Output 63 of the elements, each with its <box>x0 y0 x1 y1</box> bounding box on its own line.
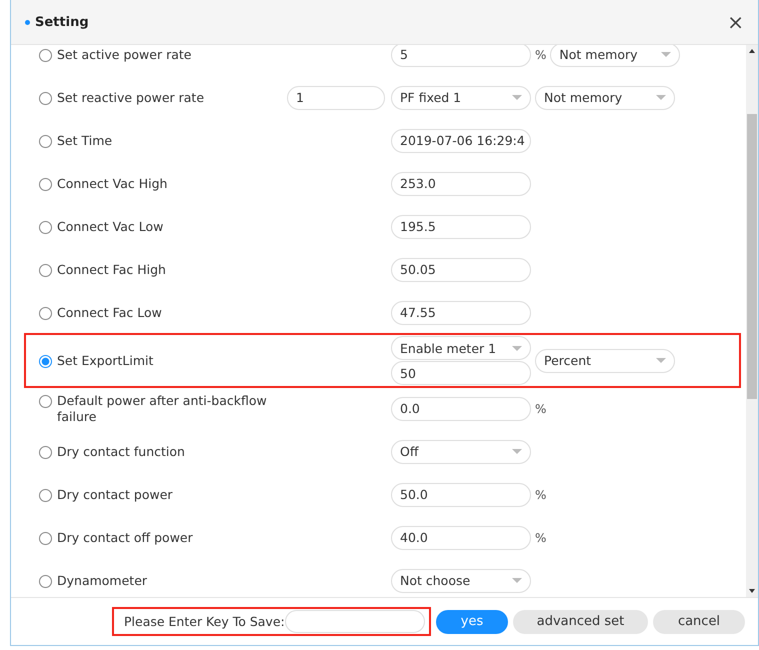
unit-label: % <box>535 530 546 544</box>
caret-icon <box>512 578 522 583</box>
dropdown[interactable]: Percent <box>535 348 675 372</box>
setting-option[interactable]: Dry contact power <box>25 486 287 502</box>
unit-label: % <box>535 48 546 62</box>
radio-button[interactable] <box>39 532 52 544</box>
setting-option[interactable]: Dry contact function <box>25 444 287 460</box>
radio-button[interactable] <box>39 394 52 408</box>
setting-option[interactable]: Default power after anti-backflow failure <box>25 392 287 424</box>
input-field[interactable]: 253.0 <box>391 172 531 196</box>
key-label: Please Enter Key To Save: <box>124 614 285 629</box>
input-field[interactable]: 1 <box>287 86 385 110</box>
dropdown[interactable]: PF fixed 1 <box>391 86 531 110</box>
dropdown[interactable]: Not choose <box>391 568 531 592</box>
caret-icon <box>656 358 666 363</box>
radio-button[interactable] <box>39 264 52 276</box>
radio-button[interactable] <box>39 574 52 588</box>
close-button[interactable]: × <box>723 10 748 34</box>
dialog-title: Setting <box>35 14 90 30</box>
unit-label: % <box>535 488 546 502</box>
input-field[interactable]: 50 <box>391 361 531 385</box>
radio-button[interactable] <box>39 306 52 320</box>
input-field[interactable]: 50.0 <box>391 482 531 506</box>
setting-option[interactable]: Connect Vac High <box>25 176 287 192</box>
setting-option[interactable]: Connect Vac Low <box>25 218 287 234</box>
input-field[interactable]: 2019-07-06 16:29:4 <box>391 128 531 152</box>
radio-button[interactable] <box>39 354 52 368</box>
dropdown[interactable]: Off <box>391 440 531 464</box>
unit-label: % <box>535 402 546 416</box>
dropdown[interactable]: Not memory <box>550 45 680 66</box>
setting-option[interactable]: Set ExportLimit <box>25 352 287 368</box>
dropdown[interactable]: Not memory <box>535 86 675 110</box>
radio-button[interactable] <box>39 48 52 62</box>
input-field[interactable]: 0.0 <box>391 396 531 420</box>
input-field[interactable]: 50.05 <box>391 258 531 282</box>
setting-option[interactable]: Dry contact off power <box>25 530 287 546</box>
dialog-button[interactable]: cancel <box>653 610 745 634</box>
input-field[interactable]: 40.0 <box>391 526 531 550</box>
setting-option[interactable]: Set Time <box>25 132 287 148</box>
scrollbar[interactable] <box>746 45 758 597</box>
radio-button[interactable] <box>39 134 52 148</box>
input-field[interactable]: 195.5 <box>391 214 531 238</box>
radio-button[interactable] <box>39 446 52 458</box>
dropdown[interactable]: Enable meter 1 <box>391 336 531 360</box>
caret-icon <box>512 449 522 454</box>
input-field[interactable]: 47.55 <box>391 300 531 324</box>
key-input[interactable] <box>284 610 425 633</box>
setting-option[interactable]: Set reactive power rate <box>25 90 287 106</box>
caret-icon <box>512 95 522 100</box>
radio-button[interactable] <box>39 178 52 190</box>
setting-option[interactable]: Dynamometer <box>25 572 287 588</box>
setting-option[interactable]: Set active power rate <box>25 46 287 62</box>
radio-button[interactable] <box>39 220 52 234</box>
setting-option[interactable]: Connect Fac Low <box>25 304 287 320</box>
input-field[interactable]: 5 <box>391 45 531 66</box>
caret-icon <box>656 95 666 100</box>
dot-icon <box>25 20 30 24</box>
radio-button[interactable] <box>39 92 52 104</box>
caret-icon <box>512 346 522 350</box>
radio-button[interactable] <box>39 488 52 502</box>
dialog-button[interactable]: advanced set <box>513 610 648 634</box>
setting-option[interactable]: Connect Fac High <box>25 262 287 278</box>
caret-icon <box>661 52 672 57</box>
